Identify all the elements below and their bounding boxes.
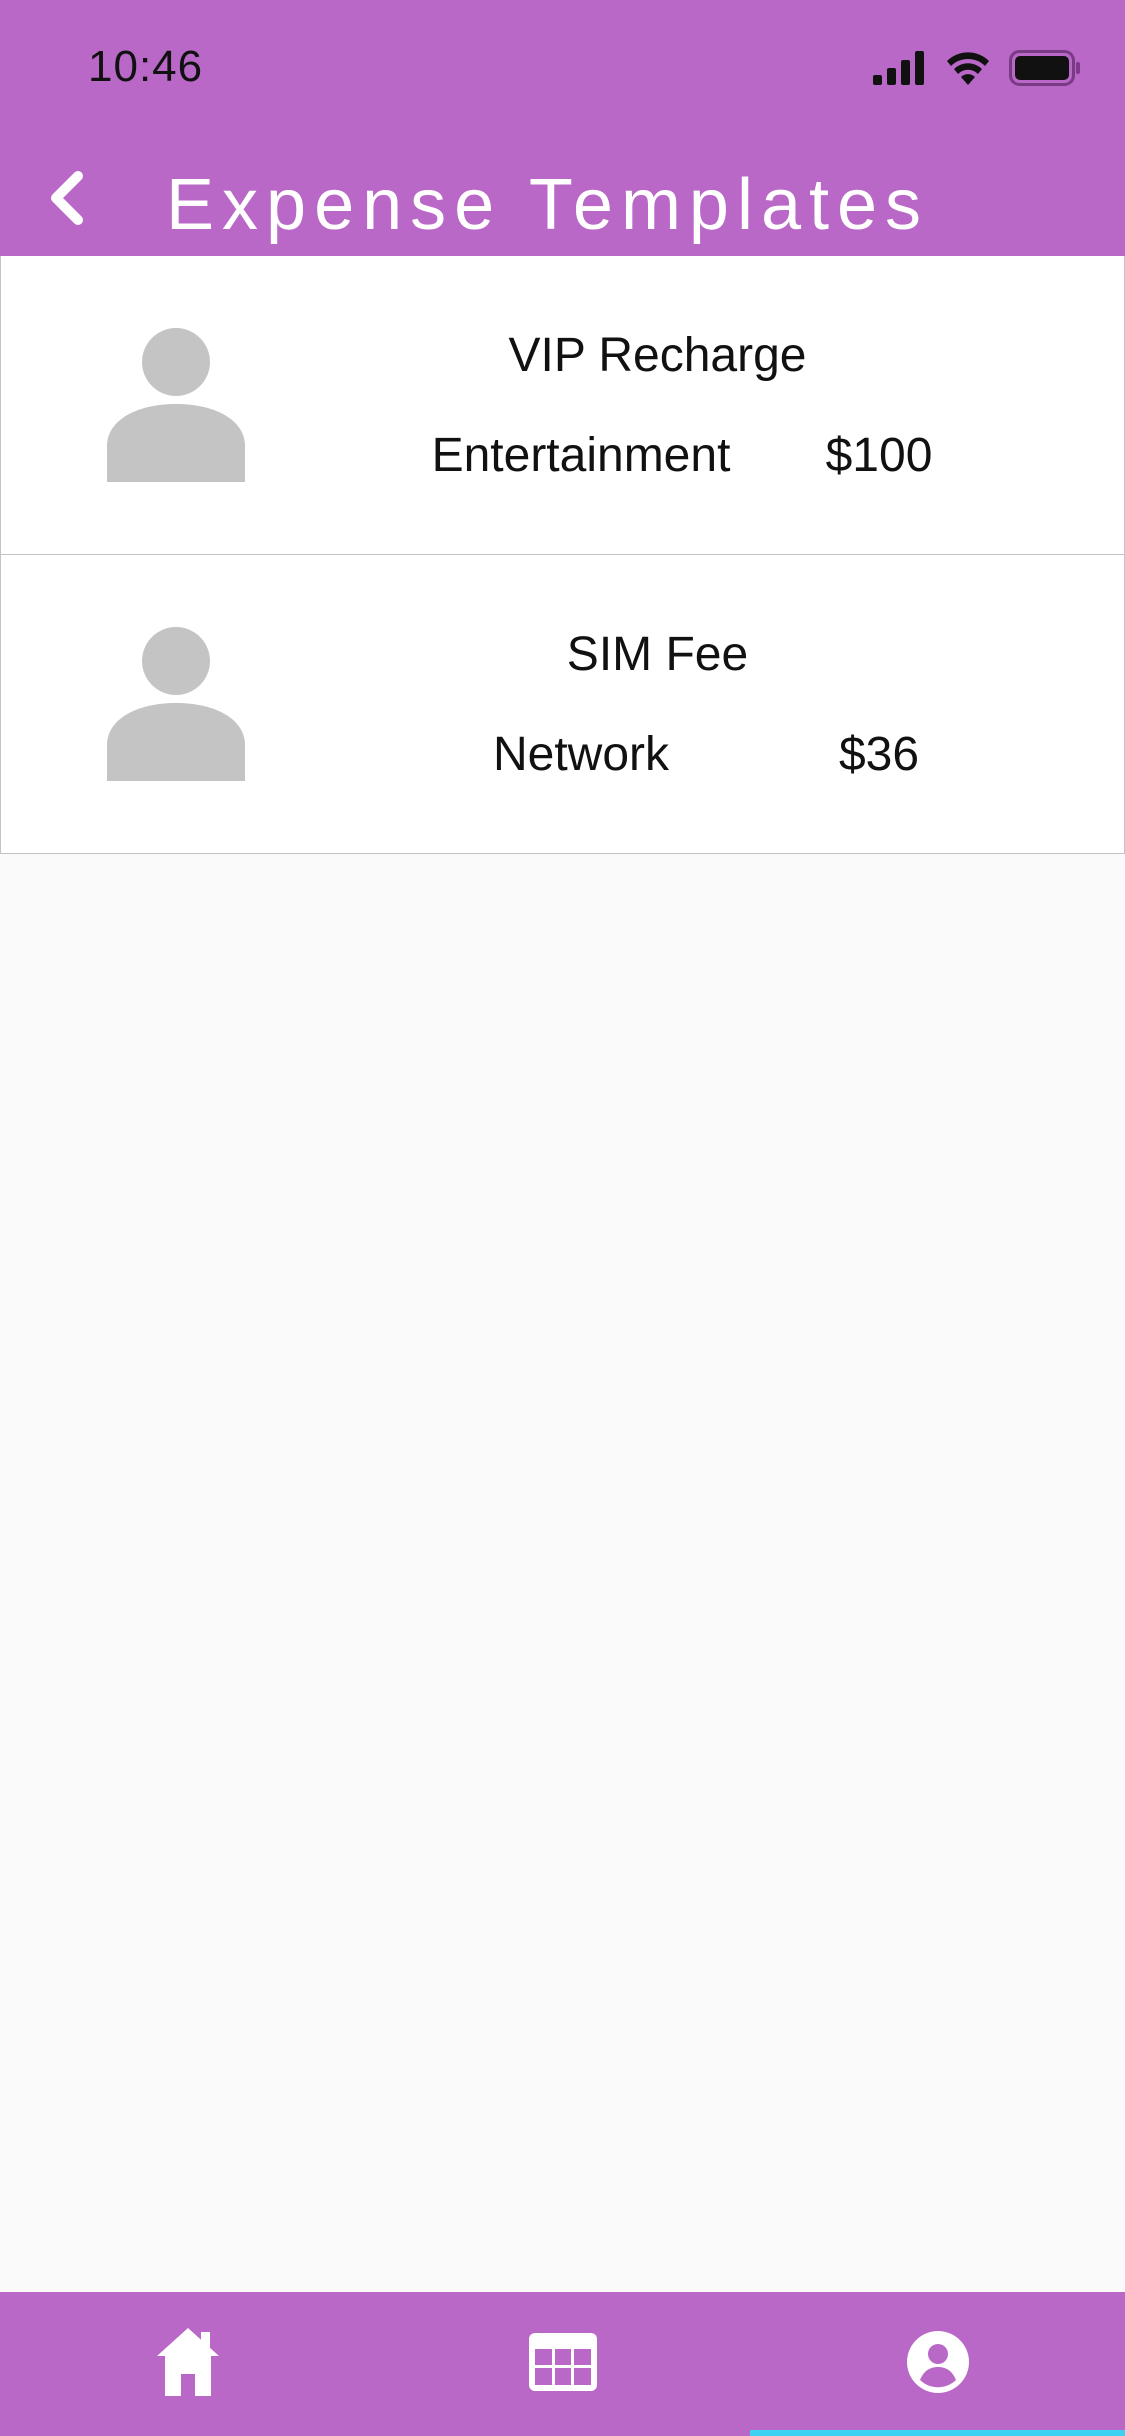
nav-account[interactable] [750,2292,1125,2436]
account-circle-icon [906,2330,970,2399]
back-button[interactable] [36,162,96,238]
template-amount: $100 [825,429,933,482]
status-icons [873,49,1081,91]
status-time: 10:46 [88,42,204,91]
battery-icon [1009,49,1081,91]
template-category: Entertainment [431,429,731,482]
screen: 10:46 Expense Templates VIP Recharge Ent… [0,0,1125,2436]
nav-calendar[interactable] [375,2292,750,2436]
calendar-table-icon [527,2331,599,2398]
template-amount: $36 [838,728,920,781]
template-name: VIP Recharge [508,329,807,382]
template-item[interactable]: SIM Fee Network $36 [0,555,1125,854]
active-tab-indicator [750,2430,1125,2436]
template-item[interactable]: VIP Recharge Entertainment $100 [0,256,1125,555]
template-category: Network [492,728,670,781]
template-list: VIP Recharge Entertainment $100 SIM Fee … [0,256,1125,854]
nav-home[interactable] [0,2292,375,2436]
signal-icon [873,50,927,90]
template-name: SIM Fee [566,628,749,681]
page-title: Expense Templates [166,165,930,245]
bottom-nav [0,2292,1125,2436]
home-icon [155,2326,221,2403]
header: 10:46 Expense Templates [0,0,1125,256]
wifi-icon [945,51,991,90]
chevron-left-icon [46,170,86,231]
